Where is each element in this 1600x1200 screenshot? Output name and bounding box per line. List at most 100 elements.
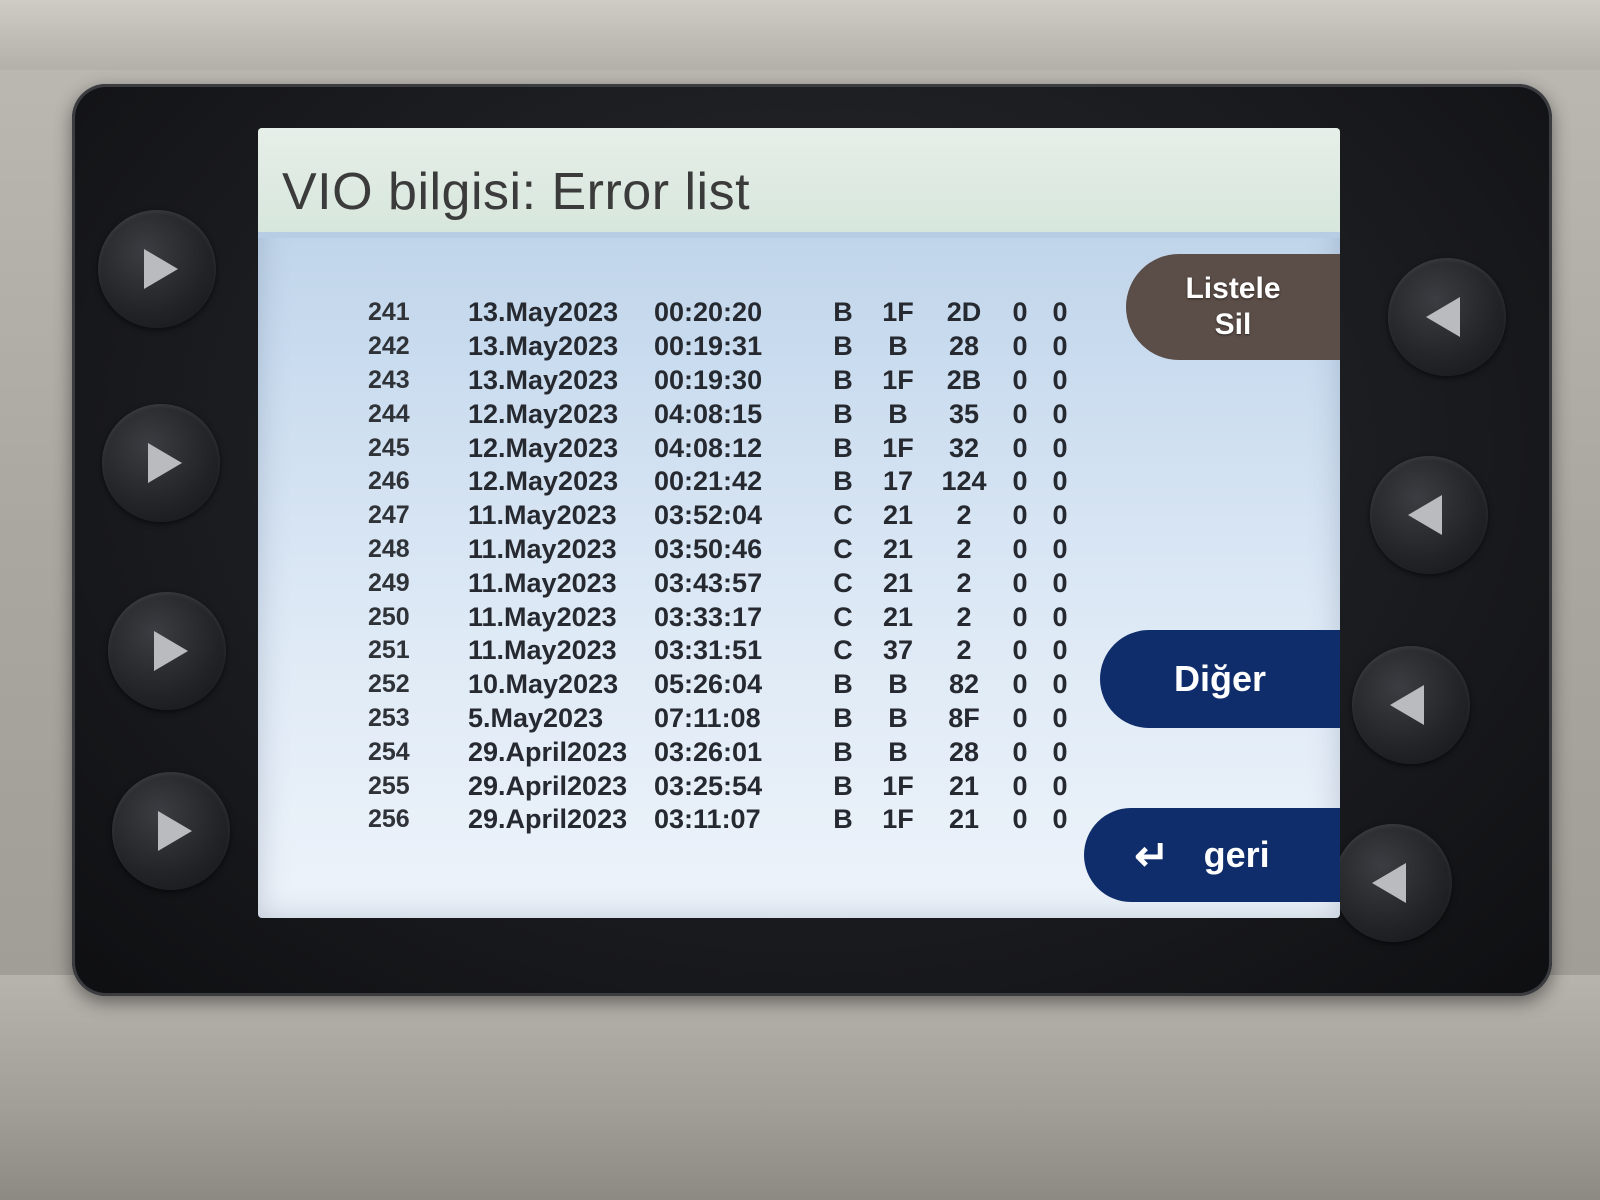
row-date: 11.May2023: [468, 500, 617, 531]
row-code-e: 0: [1052, 669, 1068, 700]
row-code-a: C: [833, 567, 853, 598]
row-time: 05:26:04: [654, 669, 763, 700]
row-code-b: 21: [882, 533, 914, 564]
play-left-icon: [1426, 297, 1460, 337]
error-row: 250 11.May2023 03:33:17 C 21 2 0 0: [368, 600, 1080, 634]
row-code-a: B: [833, 804, 853, 835]
row-index: 255: [368, 771, 410, 800]
play-right-icon: [144, 249, 178, 289]
error-row: 256 29.April2023 03:11:07 B 1F 21 0 0: [368, 803, 1080, 837]
left-softkey-3[interactable]: [108, 592, 226, 710]
row-code-d: 0: [1012, 804, 1028, 835]
right-softkey-2[interactable]: [1370, 456, 1488, 574]
row-code-b: 1F: [882, 804, 914, 835]
row-date: 11.May2023: [468, 601, 617, 632]
row-code-d: 0: [1012, 466, 1028, 497]
row-code-b: B: [888, 669, 908, 700]
error-row: 249 11.May2023 03:43:57 C 21 2 0 0: [368, 566, 1080, 600]
title-bar: VIO bilgisi: Error list: [258, 128, 1340, 238]
row-code-c: 2: [956, 601, 972, 632]
error-row: 252 10.May2023 05:26:04 B B 82 0 0: [368, 668, 1080, 702]
row-code-c: 82: [948, 669, 980, 700]
play-left-icon: [1390, 685, 1424, 725]
row-code-a: B: [833, 770, 853, 801]
row-index: 241: [368, 298, 410, 327]
error-row: 244 12.May2023 04:08:15 B B 35 0 0: [368, 397, 1080, 431]
row-code-c: 2B: [946, 364, 982, 395]
row-index: 245: [368, 433, 410, 462]
row-time: 04:08:12: [654, 432, 763, 463]
row-date: 13.May2023: [468, 297, 619, 328]
row-time: 03:43:57: [654, 567, 763, 598]
device-housing-top: [0, 0, 1600, 70]
error-row: 243 13.May2023 00:19:30 B 1F 2B 0 0: [368, 364, 1080, 398]
row-code-d: 0: [1012, 736, 1028, 767]
row-code-b: 21: [882, 567, 914, 598]
row-code-c: 35: [948, 398, 980, 429]
left-softkey-1[interactable]: [98, 210, 216, 328]
row-time: 03:33:17: [654, 601, 763, 632]
error-row: 242 13.May2023 00:19:31 B B 28 0 0: [368, 330, 1080, 364]
row-code-b: B: [888, 398, 908, 429]
error-list: 241 13.May2023 00:20:20 B 1F 2D 0 0 242 13.May202…: [368, 296, 1080, 837]
geri-button[interactable]: ↵ geri: [1084, 808, 1340, 902]
left-softkey-4[interactable]: [112, 772, 230, 890]
row-code-c: 2: [956, 567, 972, 598]
row-time: 00:20:20: [654, 297, 763, 328]
row-index: 253: [368, 703, 410, 732]
diger-label: Diğer: [1173, 658, 1267, 699]
error-row: 253 5.May2023 07:11:08 B B 8F 0 0: [368, 702, 1080, 736]
row-code-c: 8F: [948, 702, 980, 733]
row-date: 29.April2023: [468, 770, 628, 801]
row-code-c: 124: [941, 466, 987, 497]
row-code-a: B: [833, 364, 853, 395]
row-code-d: 0: [1012, 297, 1028, 328]
row-code-d: 0: [1012, 669, 1028, 700]
play-left-icon: [1372, 863, 1406, 903]
row-code-d: 0: [1012, 702, 1028, 733]
row-code-e: 0: [1052, 736, 1068, 767]
row-code-a: B: [833, 669, 853, 700]
row-code-a: B: [833, 331, 853, 362]
row-code-d: 0: [1012, 635, 1028, 666]
row-date: 29.April2023: [468, 804, 628, 835]
row-code-c: 2: [956, 635, 972, 666]
row-code-b: 17: [882, 466, 914, 497]
row-code-b: B: [888, 736, 908, 767]
row-code-c: 2D: [946, 297, 982, 328]
right-softkey-4[interactable]: [1334, 824, 1452, 942]
row-code-d: 0: [1012, 364, 1028, 395]
row-code-b: 1F: [882, 432, 914, 463]
row-code-d: 0: [1012, 331, 1028, 362]
row-code-b: 21: [882, 601, 914, 632]
row-index: 244: [368, 399, 410, 428]
row-date: 5.May2023: [468, 702, 604, 733]
row-time: 04:08:15: [654, 398, 763, 429]
row-index: 254: [368, 737, 410, 766]
row-date: 13.May2023: [468, 331, 619, 362]
listele-sil-button[interactable]: Listele Sil: [1126, 254, 1340, 360]
row-time: 03:52:04: [654, 500, 763, 531]
row-code-a: B: [833, 702, 853, 733]
error-row: 241 13.May2023 00:20:20 B 1F 2D 0 0: [368, 296, 1080, 330]
error-row: 251 11.May2023 03:31:51 C 37 2 0 0: [368, 634, 1080, 668]
row-code-a: C: [833, 533, 853, 564]
row-code-e: 0: [1052, 804, 1068, 835]
left-softkey-2[interactable]: [102, 404, 220, 522]
row-date: 29.April2023: [468, 736, 628, 767]
row-time: 00:19:31: [654, 331, 763, 362]
play-right-icon: [158, 811, 192, 851]
right-softkey-3[interactable]: [1352, 646, 1470, 764]
row-code-d: 0: [1012, 500, 1028, 531]
row-time: 03:25:54: [654, 770, 763, 801]
row-code-c: 21: [948, 804, 980, 835]
diger-button[interactable]: Diğer: [1100, 630, 1340, 728]
error-row: 254 29.April2023 03:26:01 B B 28 0 0: [368, 735, 1080, 769]
error-row: 255 29.April2023 03:25:54 B 1F 21 0 0: [368, 769, 1080, 803]
play-left-icon: [1408, 495, 1442, 535]
row-code-d: 0: [1012, 398, 1028, 429]
right-softkey-1[interactable]: [1388, 258, 1506, 376]
row-code-a: B: [833, 466, 853, 497]
row-code-a: C: [833, 500, 853, 531]
row-code-b: 1F: [882, 297, 914, 328]
